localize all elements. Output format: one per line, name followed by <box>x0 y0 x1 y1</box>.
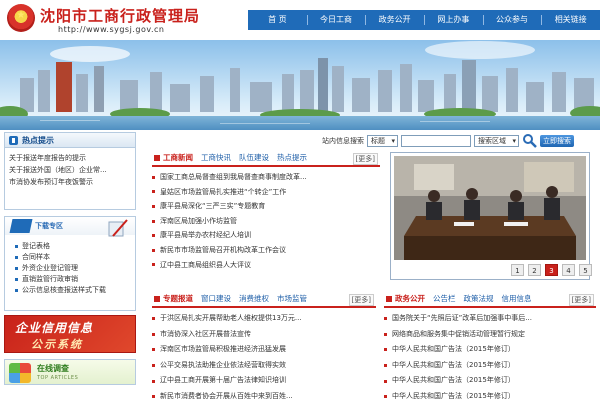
affairs-list: 国务院关于“先照后证”改革后加强事中事后... 网络商品和服务集中促销活动管理暂… <box>384 308 596 405</box>
nav-affairs[interactable]: 政务公开 <box>365 10 424 30</box>
site-title: 沈阳市工商行政管理局 <box>40 7 201 25</box>
list-item[interactable]: 于洪区局扎实开展帮助老人维权提供13万元... <box>152 311 376 327</box>
survey-title: 在线调查 <box>37 364 69 373</box>
news-panel: 工商新闻 工商快讯 队伍建设 热点提示 [更多] 国家工商总局督查组到我局督查商… <box>152 151 380 291</box>
site-header: ★ 沈阳市工商行政管理局 http://www.sygsj.gov.cn 首 页… <box>0 0 600 40</box>
list-item[interactable]: 国务院关于“先照后证”改革后加强事中事后... <box>384 311 596 327</box>
list-item[interactable]: 中华人民共和国广告法（2015年修订） <box>384 358 596 374</box>
list-item[interactable]: 合同样本 <box>15 252 127 263</box>
special-reports-panel: 专题报道 窗口建设 消费维权 市场监管 [更多] 于洪区局扎实开展帮助老人维权提… <box>152 292 376 405</box>
tab-policies[interactable]: 政策法规 <box>460 292 498 306</box>
survey-cube-icon <box>9 363 31 383</box>
tab-special-reports[interactable]: 专题报道 <box>152 292 197 306</box>
list-item[interactable]: 国家工商总局督查组到我局督查商事制度改革... <box>152 170 380 185</box>
survey-subtitle: TOP ARTICLES <box>37 375 79 381</box>
pager-button[interactable]: 4 <box>562 264 575 276</box>
tab-consumer-rights[interactable]: 消费维权 <box>235 292 273 306</box>
news-photo[interactable] <box>394 156 586 260</box>
list-item[interactable]: 公示信息核查报送样式下载 <box>15 285 127 296</box>
tab-window-building[interactable]: 窗口建设 <box>197 292 235 306</box>
list-item[interactable]: 中华人民共和国广告法（2015年修订） <box>384 342 596 358</box>
top-navigation: 首 页 今日工商 政务公开 网上办事 公众参与 相关链接 <box>248 10 600 30</box>
photo-pager: 1 2 3 4 5 <box>511 264 592 276</box>
list-item[interactable]: 新民市消费者协会开展从百姓中来到百姓... <box>152 389 376 405</box>
nav-home[interactable]: 首 页 <box>248 10 307 30</box>
search-scope-select[interactable]: 搜索区域 <box>474 135 519 147</box>
tab-market-supervision[interactable]: 市场监管 <box>273 292 311 306</box>
news-photo-slideshow[interactable] <box>390 152 590 280</box>
list-item[interactable]: 市消协发布预订年夜饭警示 <box>9 176 131 188</box>
city-skyline-banner <box>0 40 600 130</box>
list-item[interactable]: 关于报送外国（地区）企业常... <box>9 164 131 176</box>
hot-tips-header: 热点提示 <box>4 132 136 148</box>
download-zone: 下载专区 登记表格 合同样本 外资企业登记管理 直销监管行政审销 公示信息核查报… <box>4 216 136 311</box>
hot-tips-title: 热点提示 <box>22 135 54 145</box>
special-more-link[interactable]: [更多] <box>348 294 374 306</box>
download-list: 登记表格 合同样本 外资企业登记管理 直销监管行政审销 公示信息核查报送样式下载 <box>5 235 135 296</box>
nav-online-services[interactable]: 网上办事 <box>424 10 483 30</box>
special-tabs: 专题报道 窗口建设 消费维权 市场监管 [更多] <box>152 292 376 308</box>
search-input[interactable] <box>401 135 471 147</box>
tab-business-flash[interactable]: 工商快讯 <box>197 151 235 165</box>
site-url: http://www.sygsj.gov.cn <box>58 25 165 34</box>
national-emblem-icon: ★ <box>7 4 35 32</box>
news-tabs: 工商新闻 工商快讯 队伍建设 热点提示 [更多] <box>152 151 380 167</box>
pager-button[interactable]: 2 <box>528 264 541 276</box>
hot-tips-list: 关于报送年度报告的提示 关于报送外国（地区）企业常... 市消协发布预订年夜饭警… <box>4 148 136 210</box>
credit-banner-line2: 公示系统 <box>31 338 83 351</box>
list-item[interactable]: 市消协深入社区开展普法宣传 <box>152 327 376 343</box>
list-item[interactable]: 外资企业登记管理 <box>15 263 127 274</box>
list-item[interactable]: 浑南区局加强小作坊监管 <box>152 214 380 229</box>
affairs-more-link[interactable]: [更多] <box>568 294 594 306</box>
search-label: 站内信息搜索 <box>322 137 364 145</box>
search-button[interactable]: 立即搜索 <box>540 135 574 147</box>
download-title: 下载专区 <box>35 222 63 230</box>
gov-affairs-panel: 政务公开 公告栏 政策法规 信用信息 [更多] 国务院关于“先照后证”改革后加强… <box>384 292 596 405</box>
pen-icon <box>108 219 128 237</box>
credit-banner-line1: 企业信用信息 <box>15 321 94 335</box>
pager-button[interactable]: 1 <box>511 264 524 276</box>
pager-button[interactable]: 5 <box>579 264 592 276</box>
list-item[interactable]: 浑南区市场监管局积极推进经济迅猛发展 <box>152 342 376 358</box>
book-icon <box>9 219 33 233</box>
news-more-link[interactable]: [更多] <box>352 153 378 165</box>
left-sidebar: 热点提示 关于报送年度报告的提示 关于报送外国（地区）企业常... 市消协发布预… <box>4 132 136 385</box>
list-item[interactable]: 康平县局举办农村经纪人培训 <box>152 228 380 243</box>
tab-team-building[interactable]: 队伍建设 <box>235 151 273 165</box>
download-header: 下载专区 <box>5 217 135 237</box>
search-icon[interactable] <box>522 133 538 149</box>
list-item[interactable]: 皇姑区市场监管局扎实推进“个转企”工作 <box>152 185 380 200</box>
nav-participation[interactable]: 公众参与 <box>482 10 542 30</box>
site-search-bar: 站内信息搜索 标题 搜索区域 立即搜索 <box>322 132 600 150</box>
tab-business-news[interactable]: 工商新闻 <box>152 151 197 165</box>
tab-gov-affairs[interactable]: 政务公开 <box>384 292 429 306</box>
list-item[interactable]: 直销监管行政审销 <box>15 274 127 285</box>
list-item[interactable]: 康平县局深化“三严三实”专题教育 <box>152 199 380 214</box>
news-list: 国家工商总局督查组到我局督查商事制度改革... 皇姑区市场监管局扎实推进“个转企… <box>152 167 380 272</box>
affairs-tabs: 政务公开 公告栏 政策法规 信用信息 [更多] <box>384 292 596 308</box>
list-item[interactable]: 辽中县工商开展第十届广告法律知识培训 <box>152 373 376 389</box>
list-item[interactable]: 公平交易执法助推企业依法经营取得实效 <box>152 358 376 374</box>
tab-credit-info[interactable]: 信用信息 <box>498 292 536 306</box>
special-list: 于洪区局扎实开展帮助老人维权提供13万元... 市消协深入社区开展普法宣传 浑南… <box>152 308 376 405</box>
online-survey-banner[interactable]: 在线调查 TOP ARTICLES <box>4 359 136 385</box>
tab-bulletin[interactable]: 公告栏 <box>429 292 460 306</box>
search-category-select[interactable]: 标题 <box>367 135 398 147</box>
info-icon <box>9 135 18 145</box>
list-item[interactable]: 辽中县工商局组织县人大评议 <box>152 258 380 273</box>
nav-today[interactable]: 今日工商 <box>306 10 366 30</box>
list-item[interactable]: 中华人民共和国广告法（2015年修订） <box>384 373 596 389</box>
list-item[interactable]: 中华人民共和国广告法（2015年修订） <box>384 389 596 405</box>
credit-info-system-banner[interactable]: 企业信用信息 公示系统 <box>4 315 136 353</box>
list-item[interactable]: 新民市市场监管局召开机构改革工作会议 <box>152 243 380 258</box>
nav-links[interactable]: 相关链接 <box>541 10 600 30</box>
list-item[interactable]: 关于报送年度报告的提示 <box>9 152 131 164</box>
tab-hot-tips[interactable]: 热点提示 <box>273 151 311 165</box>
list-item[interactable]: 登记表格 <box>15 241 127 252</box>
pager-button-active[interactable]: 3 <box>545 264 558 276</box>
list-item[interactable]: 网络商品和服务集中促销活动管理暂行规定 <box>384 327 596 343</box>
